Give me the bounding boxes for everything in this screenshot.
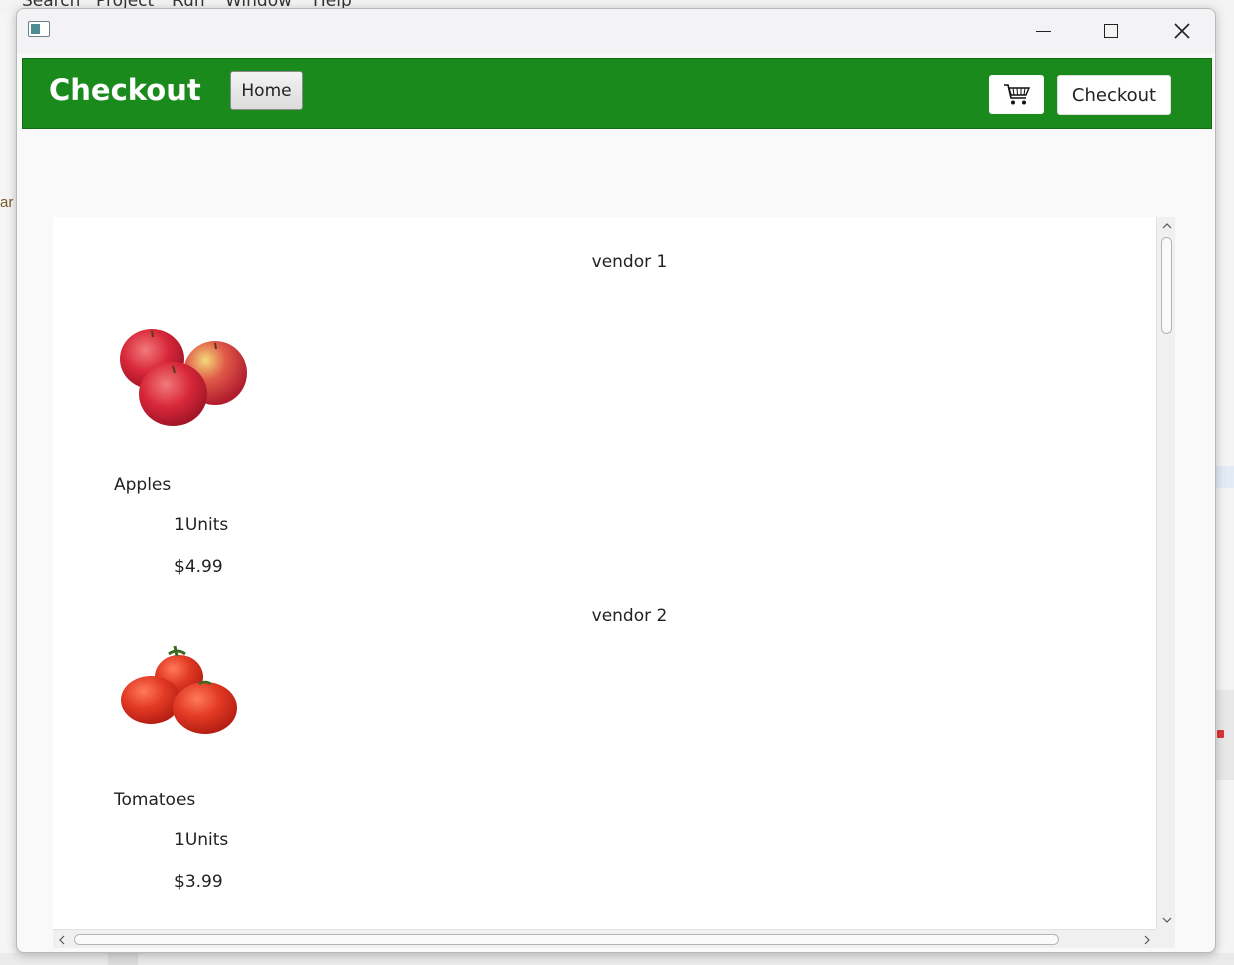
vertical-scroll-thumb[interactable] <box>1161 237 1172 334</box>
background-bottom-tab <box>108 953 138 965</box>
shopping-cart-icon <box>1003 83 1030 104</box>
vendor-label: vendor 1 <box>591 252 668 272</box>
background-left-panel <box>0 12 16 965</box>
product-units: 1Units <box>174 830 229 850</box>
background-right-selection <box>1216 466 1234 488</box>
cart-button[interactable] <box>989 75 1044 114</box>
vendor-label: vendor 2 <box>591 606 668 626</box>
product-name: Apples <box>114 475 172 495</box>
app-header: Checkout Home Checkout <box>22 58 1212 129</box>
apples-image <box>120 329 247 426</box>
checkout-button[interactable]: Checkout <box>1057 75 1171 115</box>
app-window: Checkout Home Checkout vendor 1 Apples 1… <box>16 8 1216 953</box>
product-units: 1Units <box>174 515 229 535</box>
cart-scroll-pane[interactable]: vendor 1 Apples 1Units $4.99 vendor 2 To… <box>53 217 1175 948</box>
background-stop-icon <box>1217 730 1224 738</box>
title-bar[interactable] <box>17 9 1215 53</box>
close-button[interactable] <box>1159 9 1205 53</box>
minimize-icon <box>1035 30 1051 32</box>
vertical-scrollbar[interactable] <box>1156 217 1175 929</box>
home-button[interactable]: Home <box>230 71 303 110</box>
minimize-button[interactable] <box>1020 9 1066 53</box>
maximize-button[interactable] <box>1088 9 1134 53</box>
scroll-down-arrow-icon[interactable] <box>1157 911 1175 929</box>
horizontal-scrollbar[interactable] <box>53 929 1156 948</box>
scroll-corner <box>1156 929 1175 948</box>
product-name: Tomatoes <box>114 790 196 810</box>
scroll-right-arrow-icon[interactable] <box>1138 930 1156 948</box>
product-price: $3.99 <box>174 872 223 892</box>
background-right-panel <box>1216 12 1234 965</box>
background-bottom-bar <box>0 953 1234 965</box>
background-left-fragment: ar <box>0 194 14 211</box>
tomatoes-image <box>121 645 237 734</box>
scroll-up-arrow-icon[interactable] <box>1157 217 1175 235</box>
close-icon <box>1174 23 1190 39</box>
horizontal-scroll-thumb[interactable] <box>74 934 1059 945</box>
page-title: Checkout <box>49 73 201 107</box>
product-price: $4.99 <box>174 557 223 577</box>
cart-content: vendor 1 Apples 1Units $4.99 vendor 2 To… <box>53 217 1156 929</box>
scroll-left-arrow-icon[interactable] <box>53 930 71 948</box>
app-icon <box>28 21 50 37</box>
maximize-icon <box>1104 24 1118 38</box>
